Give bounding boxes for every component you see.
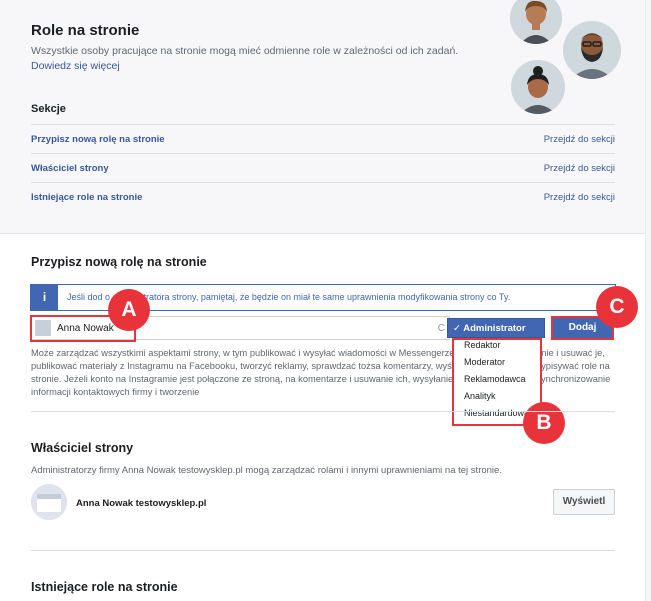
section-divider (31, 550, 615, 551)
assign-section-title: Przypisz nową rolę na stronie (31, 255, 207, 269)
section-row-owner[interactable]: Właściciel strony Przejdź do sekcji (31, 153, 615, 182)
section-link-owner[interactable]: Właściciel strony (31, 163, 109, 174)
page-edge (645, 0, 646, 601)
page-title: Role na stronie (31, 22, 140, 39)
business-avatar-icon (31, 484, 67, 520)
learn-more-link[interactable]: Dowiedz się więcej (31, 60, 120, 72)
section-goto-assign[interactable]: Przejdź do sekcji (544, 134, 615, 145)
section-row-existing[interactable]: Istniejące role na stronie Przejdź do se… (31, 182, 615, 211)
sections-label: Sekcje (31, 103, 66, 115)
section-link-assign[interactable]: Przypisz nową rolę na stronie (31, 134, 165, 145)
marker-a: A (108, 289, 150, 331)
owner-description: Administratorzy firmy Anna Nowak testowy… (31, 465, 502, 476)
man-beard-avatar-icon (563, 21, 621, 79)
section-goto-owner[interactable]: Przejdź do sekcji (544, 163, 615, 174)
role-option-analyst[interactable]: Analityk (464, 391, 496, 401)
clear-input-icon[interactable]: C (438, 323, 445, 334)
section-goto-existing[interactable]: Przejdź do sekcji (544, 192, 615, 203)
page-roles: Role na stronie Wszystkie osoby pracując… (0, 0, 651, 601)
section-row-assign[interactable]: Przypisz nową rolę na stronie Przejdź do… (31, 124, 615, 153)
marker-b: B (523, 402, 565, 444)
role-select[interactable]: ✓ Administrator (447, 318, 545, 338)
roles-overview-panel: Role na stronie Wszystkie osoby pracując… (0, 0, 645, 233)
view-owner-button[interactable]: Wyświetl (553, 489, 615, 515)
page-subtitle: Wszystkie osoby pracujące na stronie mog… (31, 45, 459, 57)
info-icon: i (31, 285, 58, 310)
existing-section-title: Istniejące role na stronie (31, 580, 178, 594)
role-option-editor[interactable]: Redaktor (464, 340, 501, 350)
owner-name: Anna Nowak testowysklep.pl (76, 498, 207, 509)
marker-c: C (596, 286, 638, 328)
role-selected-value: ✓ Administrator (453, 323, 526, 334)
role-option-moderator[interactable]: Moderator (464, 357, 505, 367)
section-link-existing[interactable]: Istniejące role na stronie (31, 192, 142, 203)
woman-avatar-icon (510, 0, 562, 44)
role-option-advertiser[interactable]: Reklamodawca (464, 374, 526, 384)
section-divider (31, 411, 615, 412)
view-owner-button-label: Wyświetl (562, 496, 606, 507)
woman-bun-avatar-icon (511, 60, 565, 114)
role-option-custom[interactable]: Niestandardowa (464, 408, 529, 418)
owner-section-title: Właściciel strony (31, 441, 134, 455)
